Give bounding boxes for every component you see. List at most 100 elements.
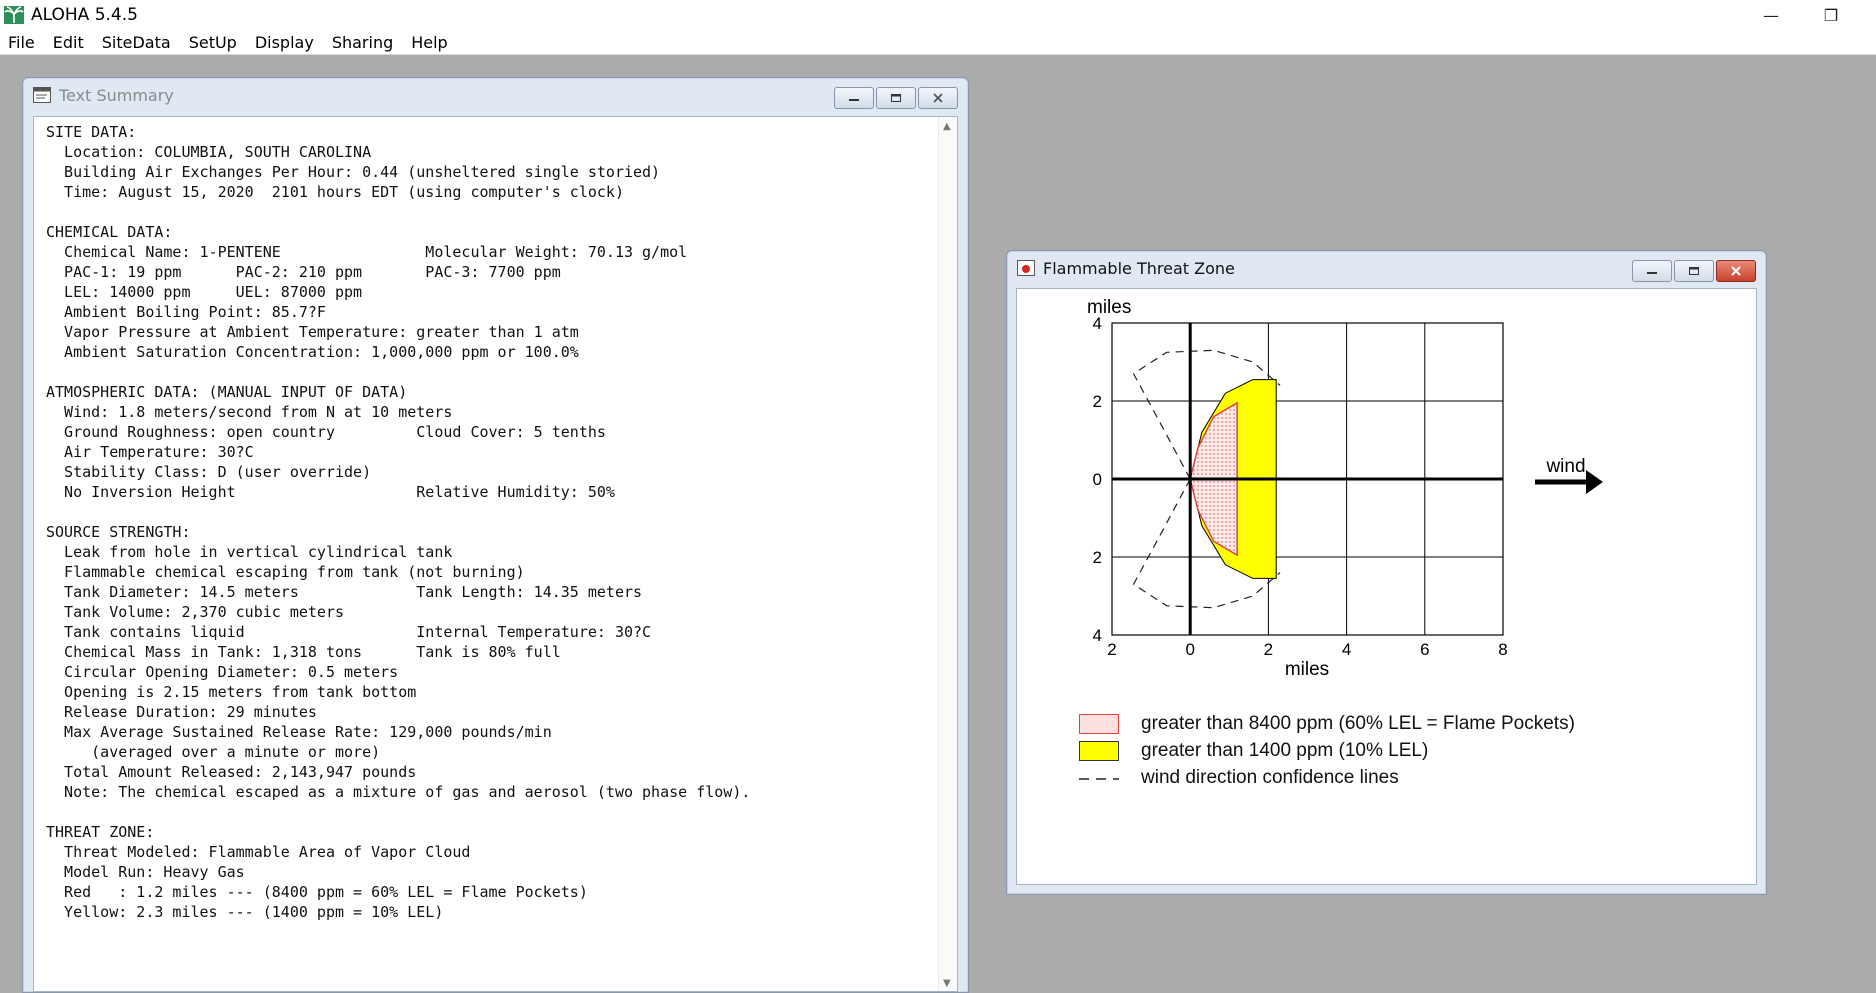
- summary-line: Building Air Exchanges Per Hour: 0.44 (u…: [46, 163, 661, 181]
- threat-zone-window-icon: [1017, 260, 1035, 276]
- yellow-zone-swatch: [1079, 741, 1119, 761]
- menu-sharing[interactable]: Sharing: [323, 33, 402, 52]
- x-tick-label: 2: [1107, 640, 1116, 659]
- close-button[interactable]: [1716, 260, 1756, 282]
- summary-line: [46, 802, 750, 822]
- y-tick-label: 0: [1093, 470, 1102, 489]
- legend-red-label: greater than 8400 ppm (60% LEL = Flame P…: [1141, 713, 1575, 734]
- summary-line: LEL: 14000 ppm UEL: 87000 ppm: [46, 283, 363, 301]
- summary-line: Model Run: Heavy Gas: [46, 863, 245, 881]
- summary-line: Chemical Mass in Tank: 1,318 tons Tank i…: [46, 643, 561, 661]
- summary-line: [46, 362, 750, 382]
- summary-line: Location: COLUMBIA, SOUTH CAROLINA: [46, 143, 372, 161]
- scroll-down-icon[interactable]: ▼: [943, 978, 951, 989]
- summary-line: SOURCE STRENGTH:: [46, 523, 191, 541]
- threat-zone-title: Flammable Threat Zone: [1043, 258, 1235, 278]
- summary-line: Tank Volume: 2,370 cubic meters: [46, 603, 345, 621]
- summary-line: Yellow: 2.3 miles --- (1400 ppm = 10% LE…: [46, 903, 444, 921]
- x-tick-label: 4: [1342, 640, 1351, 659]
- threat-zone-window: Flammable Threat Zone 20246842024 miles: [1006, 250, 1767, 895]
- summary-line: No Inversion Height Relative Humidity: 5…: [46, 483, 615, 501]
- close-button[interactable]: [918, 87, 958, 109]
- summary-line: CHEMICAL DATA:: [46, 223, 173, 241]
- summary-line: SITE DATA:: [46, 123, 137, 141]
- summary-line: Threat Modeled: Flammable Area of Vapor …: [46, 843, 471, 861]
- maximize-icon: [1689, 267, 1699, 275]
- summary-line: Flammable chemical escaping from tank (n…: [46, 563, 525, 581]
- maximize-button[interactable]: [876, 87, 916, 109]
- x-tick-label: 6: [1420, 640, 1429, 659]
- y-tick-label: 4: [1093, 626, 1102, 645]
- dashed-line-swatch: [1079, 778, 1119, 780]
- summary-text: SITE DATA: Location: COLUMBIA, SOUTH CAR…: [46, 122, 750, 922]
- x-tick-label: 8: [1498, 640, 1507, 659]
- summary-line: Ambient Boiling Point: 85.7?F: [46, 303, 326, 321]
- close-icon: [1731, 266, 1741, 276]
- summary-line: Release Duration: 29 minutes: [46, 703, 317, 721]
- summary-line: Max Average Sustained Release Rate: 129,…: [46, 723, 552, 741]
- close-icon: [933, 93, 943, 103]
- y-axis-label: miles: [1087, 297, 1131, 318]
- summary-line: Leak from hole in vertical cylindrical t…: [46, 543, 453, 561]
- minimize-icon: [849, 99, 859, 101]
- red-zone-swatch: [1079, 714, 1119, 734]
- legend-yellow: greater than 1400 ppm (10% LEL): [1079, 740, 1428, 762]
- menu-display[interactable]: Display: [246, 33, 323, 52]
- text-summary-title: Text Summary: [59, 85, 174, 105]
- summary-line: Tank Diameter: 14.5 meters Tank Length: …: [46, 583, 643, 601]
- summary-line: Ground Roughness: open country Cloud Cov…: [46, 423, 606, 441]
- app-title: ALOHA 5.4.5: [31, 5, 138, 25]
- summary-line: ATMOSPHERIC DATA: (MANUAL INPUT OF DATA): [46, 383, 408, 401]
- x-tick-label: 2: [1264, 640, 1273, 659]
- summary-line: Tank contains liquid Internal Temperatur…: [46, 623, 652, 641]
- summary-line: Ambient Saturation Concentration: 1,000,…: [46, 343, 579, 361]
- wind-label: wind: [1545, 456, 1585, 477]
- menu-bar: File Edit SiteData SetUp Display Sharing…: [0, 30, 1876, 55]
- chart-ticks: 2 0 2 4 6 842024: [1093, 314, 1508, 659]
- legend-red: greater than 8400 ppm (60% LEL = Flame P…: [1079, 713, 1575, 735]
- minimize-icon: [1647, 272, 1657, 274]
- vertical-scrollbar[interactable]: ▲ ▼: [938, 117, 957, 991]
- summary-line: Note: The chemical escaped as a mixture …: [46, 783, 751, 801]
- summary-line: (averaged over a minute or more): [46, 743, 381, 761]
- legend-yellow-label: greater than 1400 ppm (10% LEL): [1141, 740, 1429, 761]
- threat-zone-content: 20246842024 miles miles wind greater tha…: [1016, 288, 1757, 885]
- y-tick-label: 2: [1093, 548, 1102, 567]
- text-summary-content: SITE DATA: Location: COLUMBIA, SOUTH CAR…: [33, 116, 958, 992]
- summary-line: Chemical Name: 1-PENTENE Molecular Weigh…: [46, 243, 688, 261]
- summary-line: Circular Opening Diameter: 0.5 meters: [46, 663, 399, 681]
- summary-line: Air Temperature: 30?C: [46, 443, 254, 461]
- restore-icon[interactable]: ❐: [1808, 0, 1854, 30]
- text-summary-title-bar[interactable]: Text Summary: [23, 78, 968, 112]
- summary-line: Time: August 15, 2020 2101 hours EDT (us…: [46, 183, 624, 201]
- app-title-bar: ALOHA 5.4.5 — ❐: [0, 0, 1876, 30]
- summary-line: Stability Class: D (user override): [46, 463, 372, 481]
- text-window-icon: [33, 87, 51, 103]
- scroll-up-icon[interactable]: ▲: [943, 121, 951, 132]
- maximize-icon: [891, 94, 901, 102]
- minimize-icon[interactable]: —: [1748, 0, 1794, 30]
- summary-line: Total Amount Released: 2,143,947 pounds: [46, 763, 417, 781]
- summary-line: Wind: 1.8 meters/second from N at 10 met…: [46, 403, 453, 421]
- maximize-button[interactable]: [1674, 260, 1714, 282]
- menu-file[interactable]: File: [0, 33, 44, 52]
- summary-line: PAC-1: 19 ppm PAC-2: 210 ppm PAC-3: 7700…: [46, 263, 561, 281]
- text-summary-window: Text Summary SITE DATA: Location: COLUMB…: [22, 77, 969, 993]
- chart-axes: [1112, 323, 1503, 635]
- x-axis-label: miles: [1285, 659, 1329, 680]
- summary-line: Vapor Pressure at Ambient Temperature: g…: [46, 323, 579, 341]
- menu-sitedata[interactable]: SiteData: [93, 33, 180, 52]
- menu-help[interactable]: Help: [402, 33, 456, 52]
- minimize-button[interactable]: [1632, 260, 1672, 282]
- summary-line: Opening is 2.15 meters from tank bottom: [46, 683, 417, 701]
- summary-line: [46, 202, 750, 222]
- y-tick-label: 2: [1093, 392, 1102, 411]
- legend-confidence-label: wind direction confidence lines: [1141, 767, 1399, 788]
- summary-line: [46, 502, 750, 522]
- summary-line: THREAT ZONE:: [46, 823, 155, 841]
- minimize-button[interactable]: [834, 87, 874, 109]
- legend-confidence: wind direction confidence lines: [1079, 767, 1399, 789]
- menu-edit[interactable]: Edit: [44, 33, 93, 52]
- x-tick-label: 0: [1185, 640, 1194, 659]
- menu-setup[interactable]: SetUp: [180, 33, 246, 52]
